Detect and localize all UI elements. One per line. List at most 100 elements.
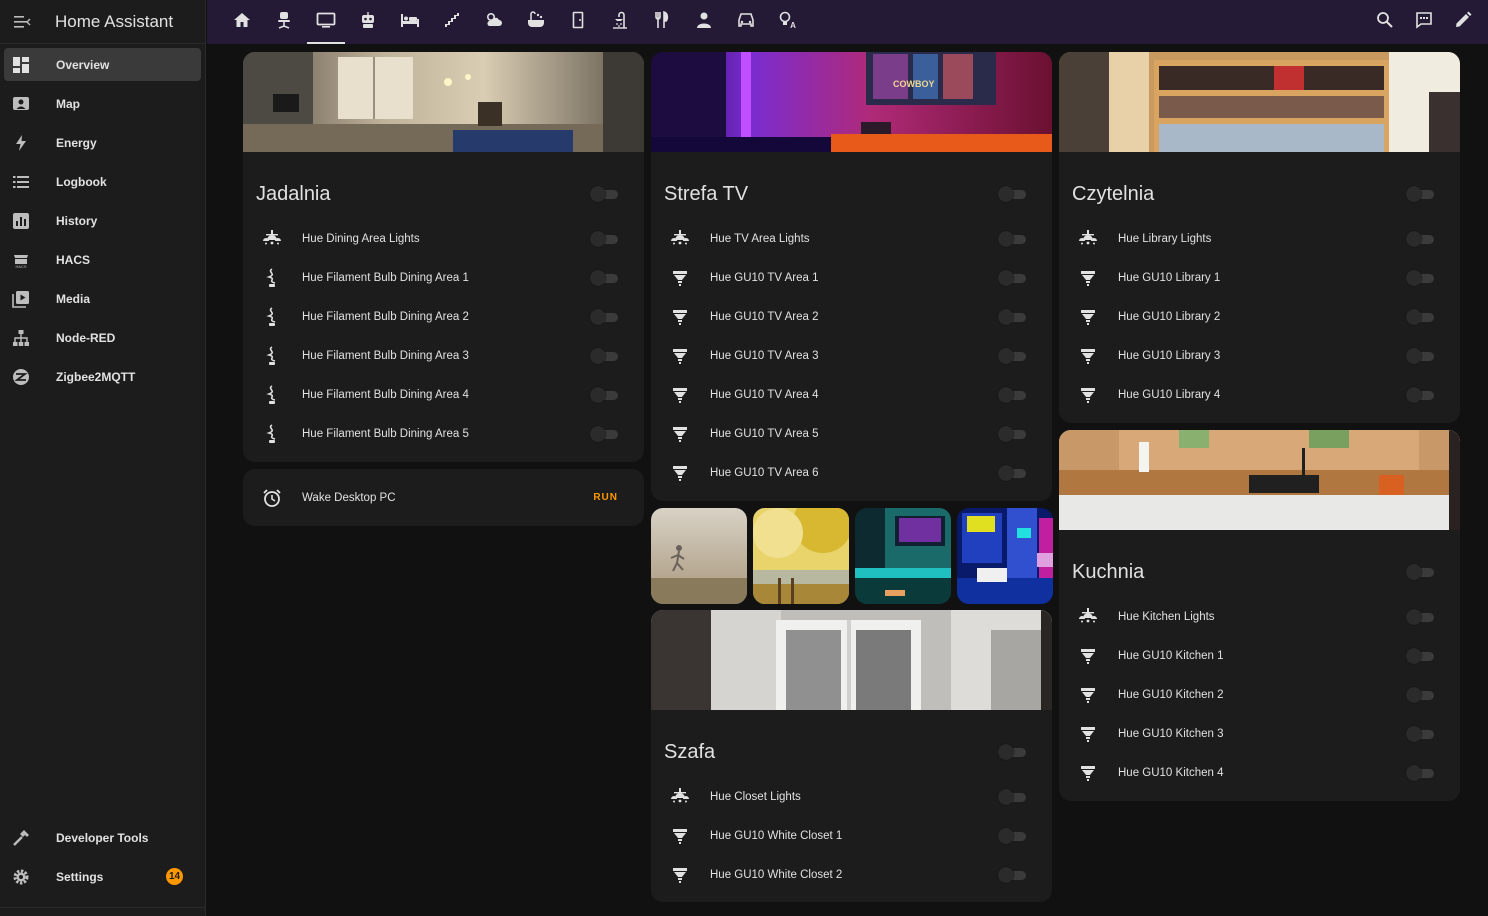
entity-toggle[interactable]: [590, 425, 618, 442]
search-button[interactable]: [1365, 0, 1404, 44]
entity-toggle[interactable]: [590, 269, 618, 286]
tab-lights-auto[interactable]: A: [767, 0, 809, 44]
entity-name: Hue GU10 Library 2: [1118, 310, 1221, 323]
entity-toggle[interactable]: [590, 308, 618, 325]
entity-row[interactable]: Hue Filament Bulb Dining Area 2: [243, 297, 644, 336]
entity-row[interactable]: Hue GU10 Library 3: [1059, 336, 1460, 375]
entity-row[interactable]: Hue GU10 Kitchen 4: [1059, 753, 1460, 792]
tab-stairs[interactable]: [431, 0, 473, 44]
tab-person[interactable]: [683, 0, 725, 44]
menu-toggle-icon[interactable]: [0, 0, 44, 44]
sidebar-item-hacs[interactable]: HACS HACS: [4, 243, 201, 276]
tab-office[interactable]: [263, 0, 305, 44]
entity-toggle[interactable]: [998, 425, 1026, 442]
sidebar-item-developer-tools[interactable]: Developer Tools: [4, 821, 201, 854]
entity-toggle[interactable]: [998, 308, 1026, 325]
entity-row[interactable]: Hue GU10 Library 1: [1059, 258, 1460, 297]
entity-row[interactable]: Hue Library Lights: [1059, 219, 1460, 258]
entity-toggle[interactable]: [590, 386, 618, 403]
entity-row[interactable]: Hue Closet Lights: [651, 777, 1052, 816]
sidebar-item-energy[interactable]: Energy: [4, 126, 201, 159]
area-toggle[interactable]: [1406, 564, 1434, 580]
entity-toggle[interactable]: [1406, 347, 1434, 364]
scene-autumn-lake[interactable]: [753, 508, 849, 604]
top-bar: A: [207, 0, 1488, 44]
entity-row[interactable]: Hue GU10 TV Area 2: [651, 297, 1052, 336]
tab-bathroom[interactable]: [515, 0, 557, 44]
entity-toggle[interactable]: [998, 347, 1026, 364]
entity-toggle[interactable]: [1406, 608, 1434, 625]
entity-row[interactable]: Hue Filament Bulb Dining Area 3: [243, 336, 644, 375]
entity-row[interactable]: Hue GU10 TV Area 6: [651, 453, 1052, 492]
tab-hallway[interactable]: [557, 0, 599, 44]
entity-toggle[interactable]: [998, 827, 1026, 844]
run-button[interactable]: RUN: [593, 492, 618, 503]
entity-toggle[interactable]: [1406, 686, 1434, 703]
entity-row[interactable]: Hue GU10 Library 2: [1059, 297, 1460, 336]
scene-tv-ambient[interactable]: [855, 508, 951, 604]
entity-toggle[interactable]: [1406, 230, 1434, 247]
entity-name: Hue Dining Area Lights: [302, 232, 420, 245]
sidebar-item-map[interactable]: Map: [4, 87, 201, 120]
entity-row[interactable]: Hue GU10 Kitchen 3: [1059, 714, 1460, 753]
entity-toggle[interactable]: [1406, 386, 1434, 403]
entity-toggle[interactable]: [590, 230, 618, 247]
entity-toggle[interactable]: [998, 386, 1026, 403]
entity-name: Hue GU10 Kitchen 1: [1118, 649, 1224, 662]
sidebar-item-history[interactable]: History: [4, 204, 201, 237]
entity-toggle[interactable]: [998, 269, 1026, 286]
tab-weather[interactable]: [473, 0, 515, 44]
entity-toggle[interactable]: [1406, 308, 1434, 325]
tab-home[interactable]: [221, 0, 263, 44]
entity-name: Hue Filament Bulb Dining Area 4: [302, 388, 469, 401]
sidebar-item-media[interactable]: Media: [4, 282, 201, 315]
area-toggle[interactable]: [1406, 186, 1434, 202]
entity-toggle[interactable]: [998, 230, 1026, 247]
entity-toggle[interactable]: [1406, 725, 1434, 742]
sidebar-item-logbook[interactable]: Logbook: [4, 165, 201, 198]
entity-row[interactable]: Hue Filament Bulb Dining Area 4: [243, 375, 644, 414]
entity-row[interactable]: Hue GU10 TV Area 4: [651, 375, 1052, 414]
spotlight-icon: [1077, 645, 1099, 667]
spotlight-icon: [669, 423, 691, 445]
area-toggle[interactable]: [998, 744, 1026, 760]
assist-button[interactable]: [1404, 0, 1443, 44]
entity-row[interactable]: Hue Kitchen Lights: [1059, 597, 1460, 636]
tab-garage[interactable]: [725, 0, 767, 44]
sidebar-item-overview[interactable]: Overview: [4, 48, 201, 81]
tab-kitchen[interactable]: [641, 0, 683, 44]
area-toggle[interactable]: [998, 186, 1026, 202]
entity-row[interactable]: Hue GU10 TV Area 5: [651, 414, 1052, 453]
entity-toggle[interactable]: [998, 866, 1026, 883]
scene-foggy-runner[interactable]: [651, 508, 747, 604]
entity-row[interactable]: Hue GU10 TV Area 3: [651, 336, 1052, 375]
entity-row[interactable]: Hue GU10 Kitchen 2: [1059, 675, 1460, 714]
entity-toggle[interactable]: [998, 788, 1026, 805]
entity-row[interactable]: Hue Dining Area Lights: [243, 219, 644, 258]
sidebar-item-node-red[interactable]: Node-RED: [4, 321, 201, 354]
sidebar-item-settings[interactable]: Settings 14: [4, 860, 201, 893]
tab-shower[interactable]: [599, 0, 641, 44]
entity-row[interactable]: Hue TV Area Lights: [651, 219, 1052, 258]
entity-toggle[interactable]: [998, 464, 1026, 481]
entity-row[interactable]: Hue GU10 Kitchen 1: [1059, 636, 1460, 675]
entity-toggle[interactable]: [1406, 269, 1434, 286]
area-toggle[interactable]: [590, 186, 618, 202]
ceiling-lights-icon: [669, 228, 691, 250]
tab-tv[interactable]: [305, 0, 347, 44]
entity-row[interactable]: Hue GU10 White Closet 2: [651, 855, 1052, 894]
scene-neon-city[interactable]: [957, 508, 1053, 604]
sidebar-item-zigbee2mqtt[interactable]: Zigbee2MQTT: [4, 360, 201, 393]
entity-toggle[interactable]: [590, 347, 618, 364]
entity-toggle[interactable]: [1406, 647, 1434, 664]
entity-row[interactable]: Hue GU10 White Closet 1: [651, 816, 1052, 855]
entity-row[interactable]: Hue GU10 TV Area 1: [651, 258, 1052, 297]
edit-dashboard-button[interactable]: [1443, 0, 1482, 44]
tab-bedroom[interactable]: [389, 0, 431, 44]
entity-toggle[interactable]: [1406, 764, 1434, 781]
entity-row[interactable]: Hue Filament Bulb Dining Area 5: [243, 414, 644, 453]
entity-name: Hue GU10 TV Area 2: [710, 310, 819, 323]
entity-row[interactable]: Hue GU10 Library 4: [1059, 375, 1460, 414]
entity-row[interactable]: Hue Filament Bulb Dining Area 1: [243, 258, 644, 297]
tab-robot[interactable]: [347, 0, 389, 44]
